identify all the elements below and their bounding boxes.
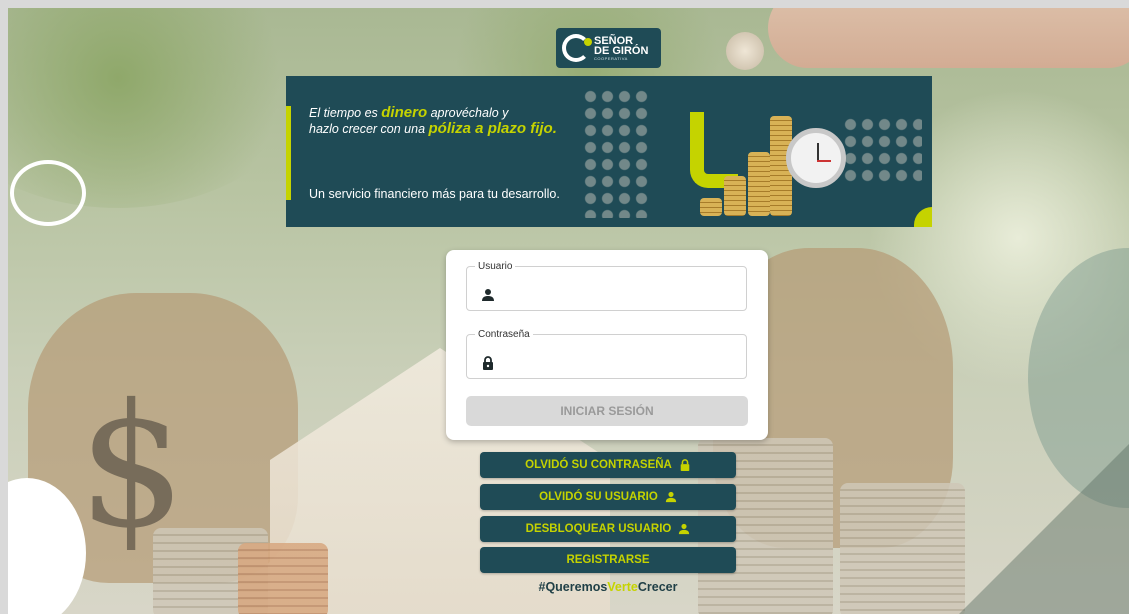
banner-dot-pattern <box>842 116 922 186</box>
banner-headline-2: hazlo crecer con una póliza a plazo fijo… <box>309 120 557 137</box>
alarm-clock-icon <box>786 128 846 188</box>
username-input[interactable] <box>505 282 739 308</box>
login-page: $ SEÑOR DE GIRÓN COOPERATIVA El tiempo e… <box>8 8 1129 614</box>
logo-g-icon <box>562 34 592 62</box>
forgot-user-button[interactable]: OLVIDÓ SU USUARIO <box>480 484 736 510</box>
unlock-user-button[interactable]: DESBLOQUEAR USUARIO <box>480 516 736 542</box>
password-label: Contraseña <box>478 329 530 340</box>
user-icon <box>482 289 494 301</box>
forgot-password-label: OLVIDÓ SU CONTRASEÑA <box>525 459 672 471</box>
forgot-user-label: OLVIDÓ SU USUARIO <box>539 491 658 503</box>
hashtag-slogan: #QueremosVerteCrecer <box>538 580 678 594</box>
lock-icon <box>680 459 690 471</box>
logo-text: SEÑOR DE GIRÓN COOPERATIVA <box>594 34 649 61</box>
logo-line-2: DE GIRÓN <box>594 44 649 57</box>
coin-stack-image <box>840 483 965 614</box>
lock-icon <box>483 356 493 370</box>
username-field: Usuario <box>466 261 747 311</box>
decorative-triangle <box>959 444 1129 614</box>
user-icon <box>679 523 690 535</box>
username-label: Usuario <box>478 261 513 272</box>
banner-accent-bar <box>286 106 291 200</box>
background-hand-image <box>768 8 1129 68</box>
banner-corner-accent <box>914 207 932 227</box>
background-coin-image <box>726 32 764 70</box>
coins-clock-image <box>700 96 850 216</box>
register-button[interactable]: REGISTRARSE <box>480 547 736 573</box>
banner-service-text: Un servicio financiero más para tu desar… <box>309 187 560 201</box>
forgot-password-button[interactable]: OLVIDÓ SU CONTRASEÑA <box>480 452 736 478</box>
register-label: REGISTRARSE <box>566 554 650 566</box>
password-field: Contraseña <box>466 329 747 379</box>
password-input[interactable] <box>505 350 739 376</box>
login-card: Usuario Contraseña INICIAR SESIÓN <box>446 250 768 440</box>
user-icon <box>665 491 676 503</box>
cooperative-logo: SEÑOR DE GIRÓN COOPERATIVA <box>556 28 661 68</box>
unlock-user-label: DESBLOQUEAR USUARIO <box>525 523 672 535</box>
banner-dot-pattern <box>582 88 652 218</box>
login-button[interactable]: INICIAR SESIÓN <box>466 396 748 426</box>
banner-headline-1: El tiempo es dinero aprovéchalo y <box>309 104 509 121</box>
logo-line-1: SEÑOR <box>594 34 634 47</box>
coin-stack-image <box>238 543 328 614</box>
promo-banner: El tiempo es dinero aprovéchalo y hazlo … <box>286 76 932 227</box>
decorative-ring <box>10 160 86 226</box>
